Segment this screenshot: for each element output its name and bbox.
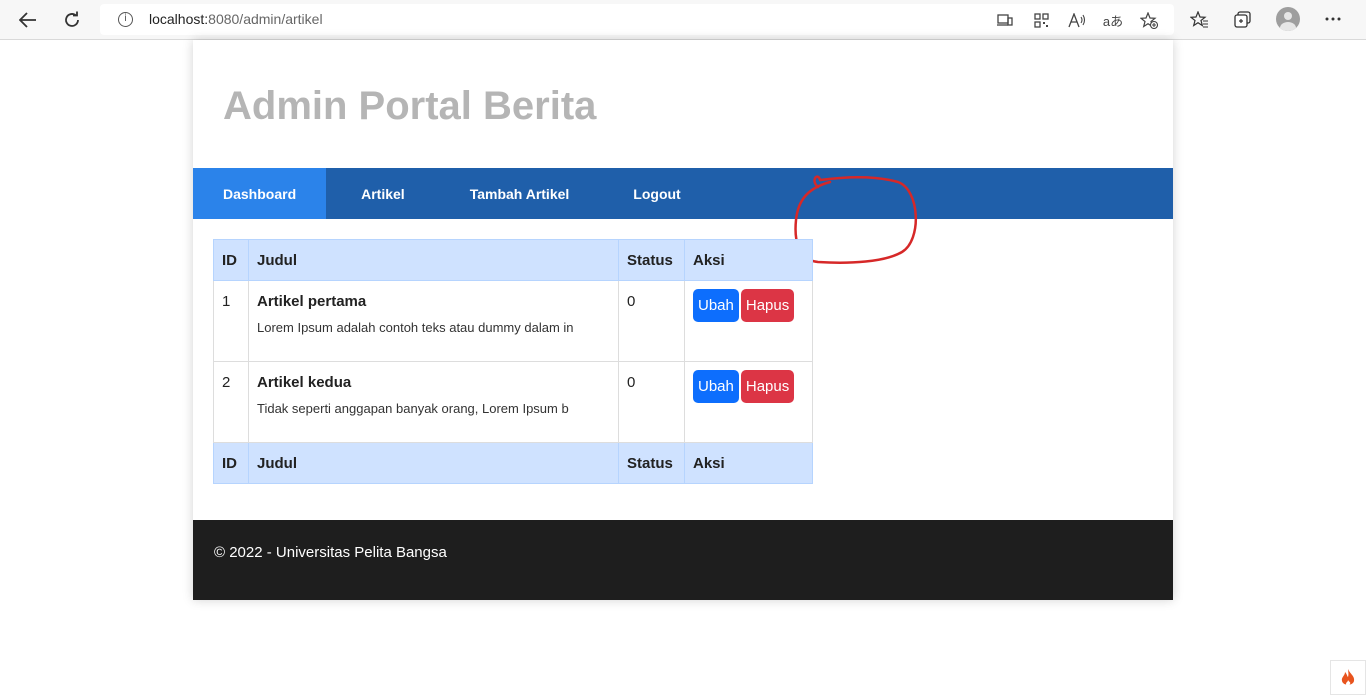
article-excerpt: Lorem Ipsum adalah contoh teks atau dumm…	[257, 320, 574, 335]
edit-button[interactable]: Ubah	[693, 289, 739, 322]
cell-id: 2	[213, 361, 249, 443]
profile-avatar-icon[interactable]	[1276, 7, 1300, 31]
page-footer: © 2022 - Universitas Pelita Bangsa	[193, 520, 1173, 600]
read-aloud-icon[interactable]	[1066, 10, 1088, 30]
nav-logout[interactable]: Logout	[599, 168, 714, 219]
table-row: 1 Artikel pertama Lorem Ipsum adalah con…	[213, 280, 813, 362]
col-footer-aksi: Aksi	[684, 442, 813, 484]
col-header-status: Status	[618, 239, 685, 281]
flame-icon[interactable]	[1330, 660, 1366, 695]
nav-artikel[interactable]: Artikel	[326, 168, 440, 219]
col-header-id: ID	[213, 239, 249, 281]
cell-aksi: Ubah Hapus	[684, 280, 813, 362]
app-available-icon[interactable]	[994, 10, 1016, 30]
nav-tambah-artikel[interactable]: Tambah Artikel	[440, 168, 600, 219]
cell-aksi: Ubah Hapus	[684, 361, 813, 443]
cell-id: 1	[213, 280, 249, 362]
translate-icon[interactable]: aあ	[1102, 10, 1124, 30]
favorites-icon[interactable]	[1188, 9, 1210, 29]
cell-status: 0	[618, 280, 685, 362]
url-text[interactable]: localhost:8080/admin/artikel	[149, 11, 323, 27]
main-navbar: Dashboard Artikel Tambah Artikel Logout	[193, 168, 1173, 219]
cell-judul: Artikel kedua Tidak seperti anggapan ban…	[248, 361, 619, 443]
edit-button[interactable]: Ubah	[693, 370, 739, 403]
address-bar[interactable]: i localhost:8080/admin/artikel aあ	[100, 4, 1174, 35]
delete-button[interactable]: Hapus	[740, 289, 795, 322]
table-header-row: ID Judul Status Aksi	[213, 239, 813, 281]
article-title: Artikel pertama	[257, 293, 367, 310]
col-header-judul: Judul	[248, 239, 619, 281]
nav-dashboard[interactable]: Dashboard	[193, 168, 327, 219]
add-favorite-icon[interactable]	[1138, 10, 1160, 30]
col-header-aksi: Aksi	[684, 239, 813, 281]
browser-toolbar: i localhost:8080/admin/artikel aあ	[0, 0, 1366, 40]
site-title: Admin Portal Berita	[223, 84, 597, 128]
cell-judul: Artikel pertama Lorem Ipsum adalah conto…	[248, 280, 619, 362]
collections-icon[interactable]	[1232, 9, 1254, 29]
reload-icon[interactable]	[58, 6, 86, 34]
cell-status: 0	[618, 361, 685, 443]
qr-code-icon[interactable]	[1030, 10, 1052, 30]
article-excerpt: Tidak seperti anggapan banyak orang, Lor…	[257, 401, 569, 416]
more-options-icon[interactable]	[1322, 9, 1344, 29]
delete-button[interactable]: Hapus	[740, 370, 795, 403]
col-footer-status: Status	[618, 442, 685, 484]
col-footer-id: ID	[213, 442, 249, 484]
table-footer-row: ID Judul Status Aksi	[213, 442, 813, 484]
page-container: Admin Portal Berita Dashboard Artikel Ta…	[193, 40, 1173, 600]
articles-table: ID Judul Status Aksi 1 Artikel pertama L…	[213, 239, 813, 484]
article-title: Artikel kedua	[257, 374, 352, 391]
footer-copyright: © 2022 - Universitas Pelita Bangsa	[214, 544, 447, 561]
table-row: 2 Artikel kedua Tidak seperti anggapan b…	[213, 361, 813, 443]
back-arrow-icon[interactable]	[14, 6, 42, 34]
col-footer-judul: Judul	[248, 442, 619, 484]
site-info-icon[interactable]: i	[118, 12, 133, 27]
